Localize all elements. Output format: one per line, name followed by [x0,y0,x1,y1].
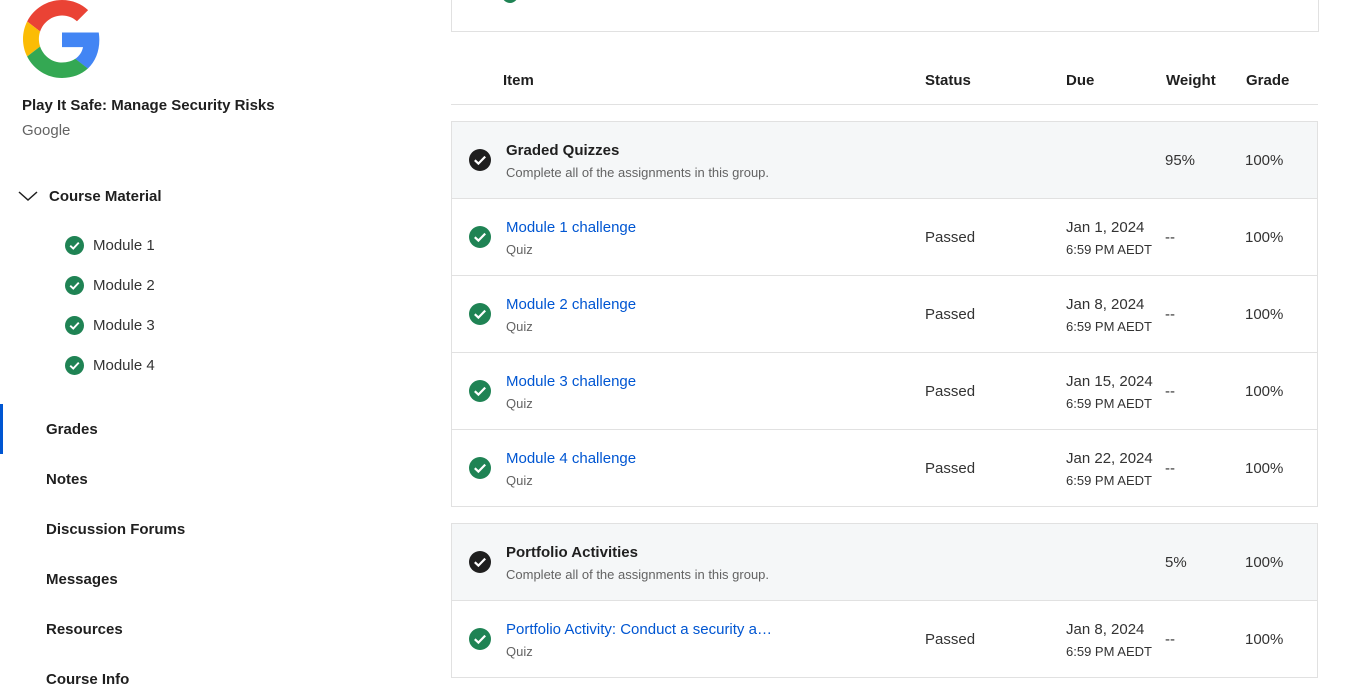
group-header-row: Graded Quizzes Complete all of the assig… [452,122,1317,198]
group-grade: 100% [1245,554,1284,571]
sidebar-item-module-4[interactable]: Module 4 [65,356,155,375]
progress-icon [503,0,517,3]
assignment-type: Quiz [506,242,533,257]
column-header-weight: Weight [1166,72,1216,89]
check-circle-icon [469,628,491,650]
check-circle-dark-icon [469,551,491,573]
sidebar-item-messages[interactable]: Messages [46,571,118,588]
check-circle-icon [469,380,491,402]
assignment-link[interactable]: Module 2 challenge [506,296,636,313]
sidebar-item-course-info[interactable]: Course Info [46,671,129,688]
sidebar-item-resources[interactable]: Resources [46,621,123,638]
check-circle-icon [65,236,84,255]
course-material-label: Course Material [49,187,162,205]
assignment-type: Quiz [506,319,533,334]
sidebar-item-module-1[interactable]: Module 1 [65,236,155,255]
group-title: Portfolio Activities [506,544,638,561]
check-circle-icon [65,316,84,335]
sidebar-item-discussion-forums[interactable]: Discussion Forums [46,521,185,538]
assignment-type: Quiz [506,396,533,411]
assignment-link[interactable]: Module 4 challenge [506,450,636,467]
column-header-status: Status [925,72,971,89]
due-date: Jan 22, 2024 [1066,450,1153,467]
group-grade: 100% [1245,152,1284,169]
assignment-status: Passed [925,460,976,477]
module-label: Module 1 [93,237,155,254]
due-time: 6:59 PM AEDT [1066,644,1152,659]
due-date: Jan 1, 2024 [1066,219,1145,236]
assignment-grade: 100% [1245,383,1284,400]
assignment-grade: 100% [1245,631,1284,648]
assignment-status: Passed [925,306,976,323]
previous-section-card [451,0,1319,32]
group-weight: 95% [1165,152,1196,169]
group-title: Graded Quizzes [506,142,620,159]
chevron-down-icon [18,191,38,202]
due-time: 6:59 PM AEDT [1066,396,1152,411]
due-date: Jan 8, 2024 [1066,296,1145,313]
assignment-grade: 100% [1245,229,1284,246]
sidebar-item-module-3[interactable]: Module 3 [65,316,155,335]
table-row: Module 4 challenge Quiz Passed Jan 22, 2… [452,429,1317,506]
group-header-row: Portfolio Activities Complete all of the… [452,524,1317,600]
group-subtitle: Complete all of the assignments in this … [506,567,770,582]
assignment-weight: -- [1165,460,1175,477]
column-header-grade: Grade [1246,72,1290,89]
active-nav-indicator [0,404,3,454]
assignment-grade: 100% [1245,306,1284,323]
due-date: Jan 15, 2024 [1066,373,1153,390]
table-row: Module 1 challenge Quiz Passed Jan 1, 20… [452,198,1317,275]
header-divider [451,104,1318,105]
column-header-due: Due [1066,72,1095,89]
due-date: Jan 8, 2024 [1066,621,1145,638]
assignment-weight: -- [1165,306,1175,323]
assignment-type: Quiz [506,644,533,659]
check-circle-icon [469,226,491,248]
course-material-toggle[interactable]: Course Material [18,186,162,206]
sidebar-item-module-2[interactable]: Module 2 [65,276,155,295]
due-time: 6:59 PM AEDT [1066,319,1152,334]
assignment-grade: 100% [1245,460,1284,477]
sidebar-item-grades[interactable]: Grades [46,421,98,438]
assignment-weight: -- [1165,631,1175,648]
check-circle-icon [65,276,84,295]
course-org: Google [22,122,71,139]
check-circle-icon [469,303,491,325]
google-logo-icon [23,0,100,78]
module-label: Module 2 [93,277,155,294]
group-subtitle: Complete all of the assignments in this … [506,165,770,180]
due-time: 6:59 PM AEDT [1066,473,1152,488]
assignment-status: Passed [925,631,976,648]
assignment-weight: -- [1165,229,1175,246]
column-header-item: Item [503,72,534,89]
assignment-link[interactable]: Module 1 challenge [506,219,636,236]
check-circle-icon [65,356,84,375]
check-circle-icon [469,457,491,479]
assignment-group-portfolio-activities: Portfolio Activities Complete all of the… [451,523,1318,678]
table-row: Module 2 challenge Quiz Passed Jan 8, 20… [452,275,1317,352]
assignment-link[interactable]: Module 3 challenge [506,373,636,390]
assignment-group-graded-quizzes: Graded Quizzes Complete all of the assig… [451,121,1318,507]
table-row: Portfolio Activity: Conduct a security a… [452,600,1317,677]
table-row: Module 3 challenge Quiz Passed Jan 15, 2… [452,352,1317,429]
assignment-type: Quiz [506,473,533,488]
assignment-status: Passed [925,383,976,400]
check-circle-dark-icon [469,149,491,171]
group-weight: 5% [1165,554,1187,571]
sidebar-item-notes[interactable]: Notes [46,471,88,488]
course-title: Play It Safe: Manage Security Risks [22,97,275,114]
assignment-weight: -- [1165,383,1175,400]
module-label: Module 3 [93,317,155,334]
due-time: 6:59 PM AEDT [1066,242,1152,257]
assignment-link[interactable]: Portfolio Activity: Conduct a security a… [506,621,772,638]
module-label: Module 4 [93,357,155,374]
assignment-status: Passed [925,229,976,246]
